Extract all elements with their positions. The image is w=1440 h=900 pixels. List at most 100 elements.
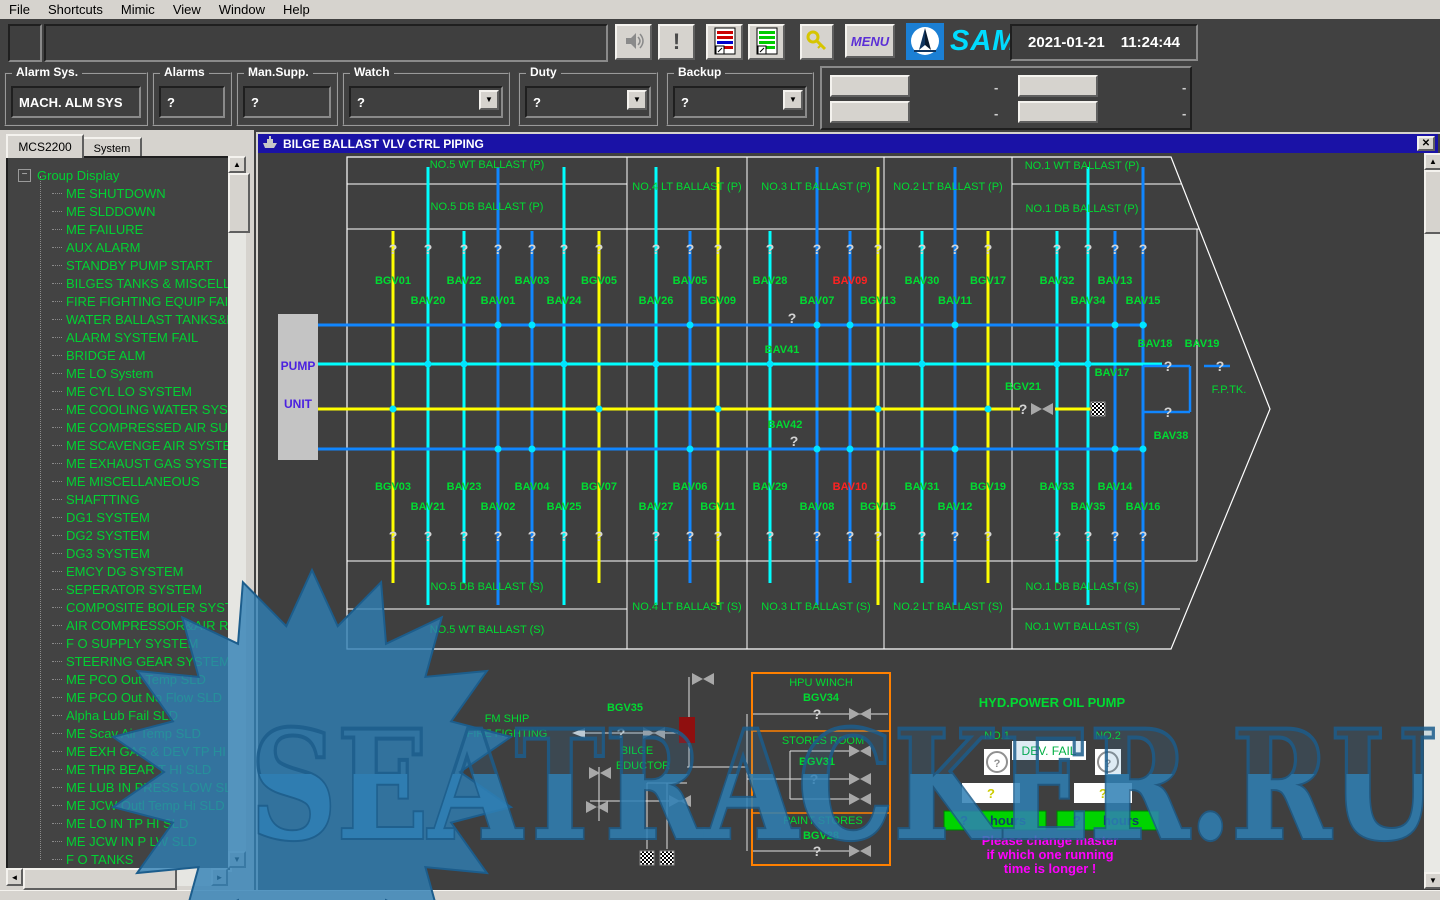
sidebar-item-me-compressed-air-sup[interactable]: ME COMPRESSED AIR SUP bbox=[52, 418, 232, 436]
sidebar-item-water-ballast-tanks-d[interactable]: WATER BALLAST TANKS&D bbox=[52, 310, 232, 328]
valve-column-BAV32[interactable]: ??BAV32BAV33 bbox=[1040, 231, 1075, 583]
menu-file[interactable]: File bbox=[0, 2, 39, 17]
tab-system[interactable]: System bbox=[82, 137, 142, 158]
close-icon[interactable]: ✕ bbox=[1417, 136, 1435, 151]
sidebar-item-me-lo-system[interactable]: ME LO System bbox=[52, 364, 153, 382]
scroll-down-icon[interactable]: ▼ bbox=[228, 851, 246, 868]
window-vscroll-thumb[interactable] bbox=[1424, 170, 1440, 234]
sidebar-item-dg3-system[interactable]: DG3 SYSTEM bbox=[52, 544, 150, 562]
valve-column-BAV24[interactable]: ??BAV24BAV25 bbox=[547, 167, 583, 605]
valve-symbol[interactable] bbox=[586, 801, 608, 813]
valve-symbol[interactable] bbox=[1031, 403, 1053, 415]
chevron-down-icon[interactable]: ▼ bbox=[479, 90, 499, 110]
scroll-right-icon[interactable]: ► bbox=[211, 868, 228, 886]
sidebar-item-aux-alarm[interactable]: AUX ALARM bbox=[52, 238, 140, 256]
window-vscrollbar[interactable]: ▲ ▼ bbox=[1424, 153, 1440, 889]
sidebar-item-me-failure[interactable]: ME FAILURE bbox=[52, 220, 143, 238]
event-list-button[interactable] bbox=[748, 24, 785, 60]
tab-mcs2200[interactable]: MCS2200 bbox=[6, 134, 84, 158]
sidebar-vscrollbar[interactable]: ▲ ▼ bbox=[228, 156, 246, 868]
menu-window[interactable]: Window bbox=[210, 2, 274, 17]
sidebar-item-me-exhaust-gas-system[interactable]: ME EXHAUST GAS SYSTEM bbox=[52, 454, 232, 472]
pump-gauge[interactable]: ? bbox=[984, 749, 1010, 775]
valve-column-BAV07[interactable]: ??BAV07BAV08 bbox=[800, 167, 835, 605]
menu-view[interactable]: View bbox=[164, 2, 210, 17]
sidebar-item-me-jcw-in-p-lw-sld[interactable]: ME JCW IN P LW SLD bbox=[52, 832, 197, 850]
valve-symbol[interactable] bbox=[669, 795, 691, 807]
valve-column-BGV13[interactable]: ??BGV13BGV15 bbox=[860, 167, 896, 605]
valve-column-BGV09[interactable]: ??BGV09BGV11 bbox=[700, 167, 736, 605]
sidebar-item-me-lub-in-press-low-sld[interactable]: ME LUB IN PRESS LOW SLD bbox=[52, 778, 232, 796]
sidebar-item-me-cooling-water-syste[interactable]: ME COOLING WATER SYSTE bbox=[52, 400, 232, 418]
sidebar-item-me-pco-out-temp-sld[interactable]: ME PCO Out Temp SLD bbox=[52, 670, 206, 688]
valve-symbol[interactable] bbox=[849, 845, 871, 857]
sidebar-item-me-shutdown[interactable]: ME SHUTDOWN bbox=[52, 184, 166, 202]
sidebar-item-me-thr-bear-t-hi-sld[interactable]: ME THR BEAR T HI SLD bbox=[52, 760, 211, 778]
horn-silence-button[interactable] bbox=[615, 24, 652, 60]
valve-column-BAV09[interactable]: ??BAV09BAV10 bbox=[833, 231, 868, 583]
menu-help[interactable]: Help bbox=[274, 2, 319, 17]
group-value-field[interactable]: ? bbox=[243, 86, 331, 118]
alarm-list-button[interactable] bbox=[706, 24, 743, 60]
valve-column-BAV03[interactable]: ??BAV03BAV04 bbox=[515, 231, 551, 583]
duty-slot-button[interactable] bbox=[1018, 101, 1098, 123]
sidebar-item-standby-pump-start[interactable]: STANDBY PUMP START bbox=[52, 256, 212, 274]
sidebar-item-me-miscellaneous[interactable]: ME MISCELLANEOUS bbox=[52, 472, 200, 490]
tree-root[interactable]: − Group Display bbox=[18, 166, 119, 184]
sidebar-item-me-scav-air-temp-sld[interactable]: ME Scav Air Temp SLD bbox=[52, 724, 201, 742]
sidebar-item-me-jcw-outl-temp-hi-sld[interactable]: ME JCW Outl Temp Hi SLD bbox=[52, 796, 225, 814]
valve-column-BAV01[interactable]: ??BAV01BAV02 bbox=[481, 167, 516, 605]
menu-button[interactable]: MENU bbox=[845, 24, 895, 58]
valve-column-BAV15[interactable]: ??BAV15BAV16 bbox=[1126, 167, 1161, 605]
sidebar-item-steering-gear-system[interactable]: STEERING GEAR SYSTEM bbox=[52, 652, 230, 670]
valve-symbol[interactable] bbox=[643, 727, 665, 739]
menu-mimic[interactable]: Mimic bbox=[112, 2, 164, 17]
valve-symbol[interactable] bbox=[692, 673, 714, 685]
pump-status-box[interactable]: ? bbox=[1074, 783, 1132, 803]
valve-column-BAV22[interactable]: ??BAV22BAV23 bbox=[447, 231, 482, 583]
alarm-message-line[interactable] bbox=[44, 24, 608, 62]
sidebar-vscroll-thumb[interactable] bbox=[228, 173, 250, 233]
sidebar-item-shaftting[interactable]: SHAFTTING bbox=[52, 490, 140, 508]
valve-column-BAV26[interactable]: ??BAV26BAV27 bbox=[639, 167, 674, 605]
menu-shortcuts[interactable]: Shortcuts bbox=[39, 2, 112, 17]
sidebar-item-me-lo-in-tp-hi-sld[interactable]: ME LO IN TP HI SLD bbox=[52, 814, 188, 832]
group-value-field[interactable]: MACH. ALM SYS bbox=[11, 86, 141, 118]
valve-symbol[interactable] bbox=[849, 708, 871, 720]
group-value-field[interactable]: ?▼ bbox=[673, 86, 807, 118]
scroll-up-icon[interactable]: ▲ bbox=[228, 156, 246, 173]
sidebar-item-me-exh-gas-dev-tp-hi-s[interactable]: ME EXH GAS & DEV TP HI S bbox=[52, 742, 232, 760]
sidebar-item-me-scavenge-air-system[interactable]: ME SCAVENGE AIR SYSTEM bbox=[52, 436, 232, 454]
valve-symbol[interactable] bbox=[849, 773, 871, 785]
chevron-down-icon[interactable]: ▼ bbox=[783, 90, 803, 110]
sidebar-item-fire-fighting-equip-fail[interactable]: FIRE FIGHTING EQUIP FAIL bbox=[52, 292, 232, 310]
sidebar-item-emcy-dg-system[interactable]: EMCY DG SYSTEM bbox=[52, 562, 184, 580]
sidebar-item-me-cyl-lo-system[interactable]: ME CYL LO SYSTEM bbox=[52, 382, 192, 400]
sidebar-hscroll-thumb[interactable] bbox=[23, 868, 177, 890]
sidebar-item-dg1-system[interactable]: DG1 SYSTEM bbox=[52, 508, 150, 526]
sidebar-item-bridge-alm[interactable]: BRIDGE ALM bbox=[52, 346, 145, 364]
valve-column-BAV30[interactable]: ??BAV30BAV31 bbox=[905, 231, 940, 583]
duty-slot-button[interactable] bbox=[1018, 75, 1098, 97]
sidebar-item-dg2-system[interactable]: DG2 SYSTEM bbox=[52, 526, 150, 544]
valve-column-BAV20[interactable]: ??BAV20BAV21 bbox=[411, 167, 446, 605]
duty-slot-button[interactable] bbox=[830, 75, 910, 97]
alarm-ack-button[interactable]: ! bbox=[658, 24, 695, 60]
sidebar-hscrollbar[interactable]: ◄ ► bbox=[6, 868, 228, 886]
sidebar-item-me-slddown[interactable]: ME SLDDOWN bbox=[52, 202, 156, 220]
sidebar-item-alarm-system-fail[interactable]: ALARM SYSTEM FAIL bbox=[52, 328, 198, 346]
running-hours-bar[interactable]: ?hours bbox=[944, 811, 1046, 830]
sidebar-item-seperator-system[interactable]: SEPERATOR SYSTEM bbox=[52, 580, 202, 598]
running-hours-bar[interactable]: ?hours bbox=[1057, 811, 1159, 830]
sidebar-item-bilges-tanks-miscell-a[interactable]: BILGES TANKS & MISCELL A bbox=[52, 274, 232, 292]
group-value-field[interactable]: ?▼ bbox=[525, 86, 651, 118]
pump-gauge[interactable]: ? bbox=[1095, 749, 1121, 775]
sidebar-item-f-o-tanks[interactable]: F O TANKS bbox=[52, 850, 133, 868]
scroll-up-icon[interactable]: ▲ bbox=[1424, 153, 1440, 170]
pump-unit[interactable]: PUMPUNIT bbox=[278, 314, 318, 460]
group-value-field[interactable]: ?▼ bbox=[349, 86, 503, 118]
collapse-icon[interactable]: − bbox=[18, 169, 31, 182]
scroll-down-icon[interactable]: ▼ bbox=[1424, 872, 1440, 889]
valve-column-BAV05[interactable]: ??BAV05BAV06 bbox=[673, 231, 708, 583]
window-titlebar[interactable]: BILGE BALLAST VLV CTRL PIPING ✕ bbox=[258, 134, 1438, 153]
